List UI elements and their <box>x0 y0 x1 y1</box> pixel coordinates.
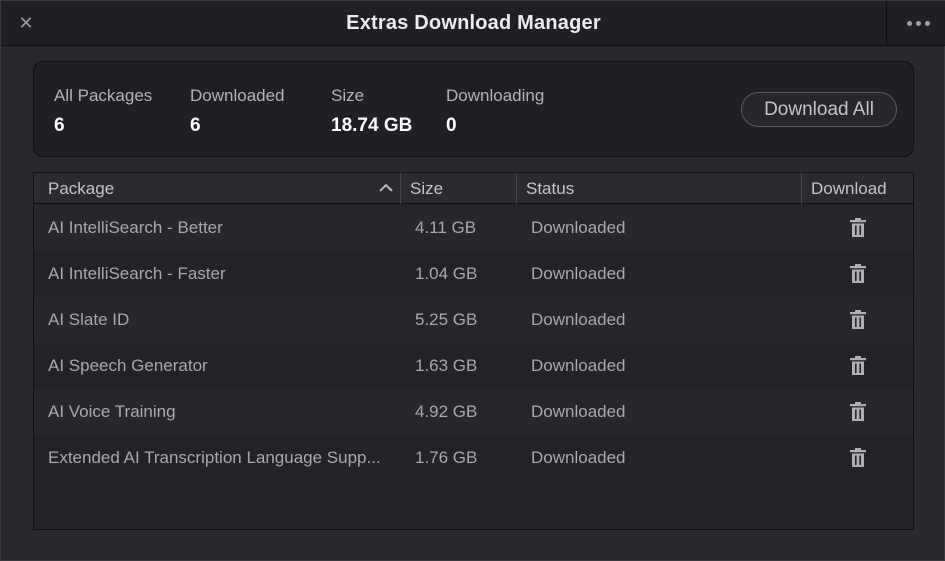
trash-icon[interactable] <box>850 448 866 467</box>
package-status: Downloaded <box>531 402 626 421</box>
stat-downloading: Downloading 0 <box>446 86 544 137</box>
trash-icon[interactable] <box>850 402 866 421</box>
package-status: Downloaded <box>531 218 626 237</box>
column-header-package[interactable]: Package <box>48 173 114 204</box>
trash-icon[interactable] <box>850 218 866 237</box>
package-size: 4.92 GB <box>415 402 478 421</box>
stat-all-packages: All Packages 6 <box>54 86 152 137</box>
package-size: 1.63 GB <box>415 356 478 375</box>
package-name: Extended AI Transcription Language Supp.… <box>48 448 381 467</box>
packages-table: Package Size Status Download AI IntelliS… <box>33 172 914 530</box>
stat-downloaded: Downloaded 6 <box>190 86 285 137</box>
summary-panel: All Packages 6 Downloaded 6 Size 18.74 G… <box>33 61 914 157</box>
sort-ascending-icon[interactable] <box>379 183 393 193</box>
column-divider[interactable] <box>516 173 517 204</box>
more-options-button[interactable] <box>897 11 939 35</box>
column-header-status[interactable]: Status <box>526 173 574 204</box>
package-name: AI IntelliSearch - Better <box>48 218 223 237</box>
download-all-button[interactable]: Download All <box>741 92 897 127</box>
column-divider[interactable] <box>801 173 802 204</box>
stat-label: Downloaded <box>190 86 285 105</box>
table-row[interactable]: AI IntelliSearch - Better 4.11 GB Downlo… <box>34 205 913 251</box>
stat-value: 6 <box>190 115 201 136</box>
stat-label: Downloading <box>446 86 545 105</box>
package-size: 1.76 GB <box>415 448 478 467</box>
package-size: 5.25 GB <box>415 310 478 329</box>
table-row[interactable]: Extended AI Transcription Language Supp.… <box>34 435 913 481</box>
trash-icon[interactable] <box>850 264 866 283</box>
extras-download-manager-window: ✕ Extras Download Manager All Packages 6… <box>0 0 945 561</box>
package-status: Downloaded <box>531 310 626 329</box>
package-size: 4.11 GB <box>415 218 477 237</box>
column-header-size[interactable]: Size <box>410 173 443 204</box>
stat-size: Size 18.74 GB <box>331 86 412 137</box>
package-size: 1.04 GB <box>415 264 478 283</box>
package-status: Downloaded <box>531 448 626 467</box>
stat-value: 18.74 GB <box>331 115 413 136</box>
table-row[interactable]: AI IntelliSearch - Faster 1.04 GB Downlo… <box>34 251 913 297</box>
trash-icon[interactable] <box>850 356 866 375</box>
window-title: Extras Download Manager <box>346 12 601 34</box>
more-horizontal-icon <box>906 20 912 26</box>
package-status: Downloaded <box>531 264 626 283</box>
package-name: AI Voice Training <box>48 402 176 421</box>
title-bar-divider <box>886 1 887 46</box>
package-name: AI Slate ID <box>48 310 130 329</box>
package-name: AI IntelliSearch - Faster <box>48 264 226 283</box>
column-divider[interactable] <box>400 173 401 204</box>
table-row[interactable]: AI Slate ID 5.25 GB Downloaded <box>34 297 913 343</box>
stat-value: 6 <box>54 115 65 136</box>
package-name: AI Speech Generator <box>48 356 208 375</box>
stat-label: Size <box>331 86 365 105</box>
stat-label: All Packages <box>54 86 153 105</box>
stat-value: 0 <box>446 115 457 136</box>
title-bar: ✕ Extras Download Manager <box>1 1 945 46</box>
table-row[interactable]: AI Voice Training 4.92 GB Downloaded <box>34 389 913 435</box>
package-status: Downloaded <box>531 356 626 375</box>
table-header: Package Size Status Download <box>34 173 913 204</box>
trash-icon[interactable] <box>850 310 866 329</box>
column-header-download[interactable]: Download <box>811 173 887 204</box>
table-row[interactable]: AI Speech Generator 1.63 GB Downloaded <box>34 343 913 389</box>
